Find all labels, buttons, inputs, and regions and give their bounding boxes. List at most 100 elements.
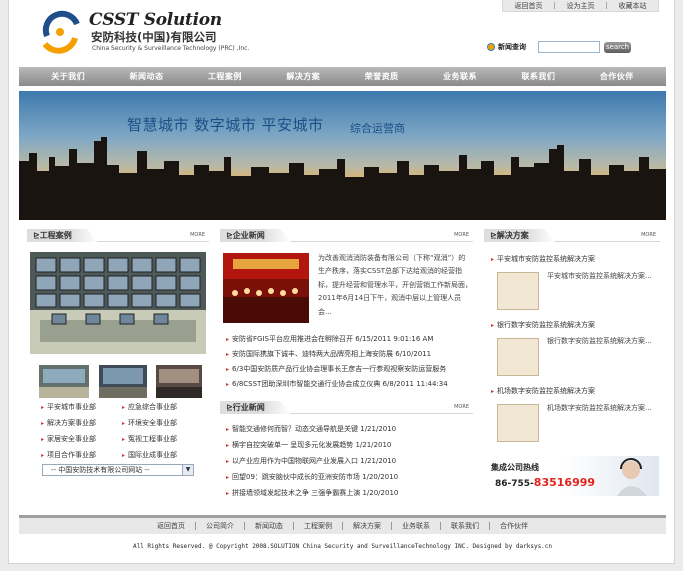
logo[interactable]: CSST Solution 安防科技(中国)有限公司 China Securit… [39, 8, 279, 58]
industry-item[interactable]: ▸ 拼接墙领域发起技术之争 三强争霸赛上演 1/20/2010 [226, 488, 472, 498]
thumbnail-image [156, 365, 202, 398]
bullet-arrow-icon: ▸ [226, 351, 230, 358]
search-input[interactable] [538, 41, 600, 53]
top-link-set-homepage[interactable]: 设为主页 [555, 1, 606, 11]
case-menu-item[interactable]: ▸ 应急综合事业部 [122, 402, 177, 412]
bullet-arrow-icon: ▸ [226, 366, 230, 373]
case-menu-item[interactable]: ▸ 平安城市事业部 [41, 402, 96, 412]
nav-business[interactable]: 业务联系 [443, 71, 477, 82]
bullet-arrow-icon: ▸ [226, 426, 230, 433]
industry-title: ⊵行业新闻 [220, 401, 291, 414]
csst-logo-icon [42, 10, 80, 54]
industry-item-text: 横宇自控突破单一 呈现多元化发展趋势 1/21/2010 [232, 441, 392, 449]
hotline-banner: 集成公司热线 86-755-83516999 [487, 456, 659, 496]
news-item-text: 6/3中国安防质产品行业协会理事长王彦吉一行参观视察安防运营服务 [232, 365, 447, 373]
solution-item-title[interactable]: ▸ 银行数字安防监控系统解决方案 [491, 320, 595, 330]
cases-thumb-2[interactable] [99, 365, 147, 398]
top-link-home[interactable]: 返回首页 [503, 1, 554, 11]
solution-thumbnail[interactable] [497, 338, 539, 376]
solution-desc[interactable]: 平安城市安防监控系统解决方案... [547, 268, 667, 284]
solutions-header: ⊵解决方案 MORE [484, 229, 660, 242]
industry-more-link[interactable]: MORE [454, 404, 469, 410]
news-item[interactable]: ▸ 6/8CSST团助深圳市智能交通行业协会成立仪典 6/8/2011 11:44… [226, 379, 472, 389]
hero-banner: 智慧城市 数字城市 平安城市 综合运营商 [19, 91, 666, 220]
nav-partners[interactable]: 合作伙伴 [600, 71, 634, 82]
news-item-text: 安防省FGIS平台应用推进会在孵除召开 6/15/2011 9:01:16 AM [232, 335, 434, 343]
solution-item-title[interactable]: ▸ 机场数字安防监控系统解决方案 [491, 386, 595, 396]
menu-label: 平安城市事业部 [47, 403, 97, 411]
solution-desc[interactable]: 银行数字安防监控系统解决方案... [547, 333, 667, 349]
solution-item-title[interactable]: ▸ 平安城市安防监控系统解决方案 [491, 254, 595, 264]
nav-news[interactable]: 新闻动态 [130, 71, 164, 82]
nav-cases[interactable]: 工程案例 [208, 71, 242, 82]
cases-title: ⊵工程案例 [27, 229, 98, 242]
footer-link-cases[interactable]: 工程案例 [294, 521, 342, 531]
solution-thumbnail[interactable] [497, 272, 539, 310]
cases-thumb-3[interactable] [156, 365, 202, 398]
industry-item-text: 以产业应用作为中国物联网产业发展入口 1/21/2010 [232, 457, 397, 465]
cases-more-link[interactable]: MORE [190, 232, 205, 238]
nav-about[interactable]: 关于我们 [51, 71, 85, 82]
solution-thumbnail[interactable] [497, 404, 539, 442]
footer-link-contact[interactable]: 联系我们 [441, 521, 489, 531]
menu-label: 项目合作事业部 [47, 451, 97, 459]
select-value: -- 中国安防技术有限公司网站 -- [51, 466, 150, 474]
footer-nav: 返回首页 公司简介 新闻动态 工程案例 解决方案 业务联系 联系我们 合作伙伴 [19, 515, 666, 534]
case-menu-item[interactable]: ▸ 解决方案事业部 [41, 418, 96, 428]
hotline-number: 86-755-83516999 [495, 476, 595, 489]
bullet-arrow-icon: ▸ [226, 474, 230, 481]
cases-main-photo[interactable] [30, 252, 206, 354]
site-select[interactable]: -- 中国安防技术有限公司网站 -- ▼ [42, 464, 194, 476]
bullet-arrow-icon: ▸ [41, 420, 45, 427]
cases-thumb-1[interactable] [39, 365, 89, 398]
footer-link-about[interactable]: 公司简介 [196, 521, 244, 531]
menu-label: 环境安全事业部 [128, 419, 178, 427]
case-menu-item[interactable]: ▸ 国际业成事业部 [122, 450, 177, 460]
industry-item[interactable]: ▸ 以产业应用作为中国物联网产业发展入口 1/21/2010 [226, 456, 472, 466]
bullet-arrow-icon: ▸ [491, 388, 495, 395]
case-menu-item[interactable]: ▸ 环境安全事业部 [122, 418, 177, 428]
news-title: ⊵企业新闻 [220, 229, 291, 242]
footer-link-business[interactable]: 业务联系 [392, 521, 440, 531]
news-feature-photo[interactable] [223, 253, 309, 323]
industry-title-text: 行业新闻 [232, 403, 265, 412]
city-skyline-image [19, 137, 666, 220]
solution-name: 银行数字安防监控系统解决方案 [497, 321, 596, 329]
footer-link-solutions[interactable]: 解决方案 [343, 521, 391, 531]
footer-link-news[interactable]: 新闻动态 [245, 521, 293, 531]
case-menu-item[interactable]: ▸ 项目合作事业部 [41, 450, 96, 460]
industry-item[interactable]: ▸ 智能交通修何而智？动态交通导航是关键 1/21/2010 [226, 424, 472, 434]
news-item[interactable]: ▸ 6/3中国安防质产品行业协会理事长王彦吉一行参观视察安防运营服务 [226, 364, 472, 374]
industry-item[interactable]: ▸ 回望09：跳安脑伙中成长的亚洲安防市场 1/20/2010 [226, 472, 472, 482]
news-item[interactable]: ▸ 安防省FGIS平台应用推进会在孵除召开 6/15/2011 9:01:16 A… [226, 334, 472, 344]
industry-item-text: 智能交通修何而智？动态交通导航是关键 1/21/2010 [232, 425, 397, 433]
thumbnail-image [39, 365, 89, 398]
stage-event-image [223, 253, 309, 323]
news-more-link[interactable]: MORE [454, 232, 469, 238]
page-container: CSST Solution 安防科技(中国)有限公司 China Securit… [8, 0, 675, 564]
chevron-down-icon[interactable]: ▼ [182, 465, 193, 475]
solution-desc[interactable]: 机场数字安防监控系统解决方案... [547, 400, 667, 416]
nav-contact[interactable]: 联系我们 [521, 71, 555, 82]
main-nav: 关于我们 新闻动态 工程案例 解决方案 荣誉资质 业务联系 联系我们 合作伙伴 [19, 67, 666, 86]
footer-link-partners[interactable]: 合作伙伴 [490, 521, 538, 531]
top-link-bookmark[interactable]: 收藏本站 [607, 1, 658, 11]
case-menu-item[interactable]: ▸ 冤视工程事业部 [122, 434, 177, 444]
news-item-text: 6/8CSST团助深圳市智能交通行业协会成立仪典 6/8/2011 11:44:… [232, 380, 448, 388]
news-item[interactable]: ▸ 安防国际携旗下诚丰、迪特两大品牌亮相上海安防展 6/10/2011 [226, 349, 472, 359]
solutions-more-link[interactable]: MORE [641, 232, 656, 238]
logo-title: CSST Solution [89, 10, 222, 30]
news-feature-text[interactable]: 为改善观消消防装备有限公司（下称“观消”）的生产秩序，落实CSST总部下达给观消… [318, 252, 472, 319]
menu-label: 冤视工程事业部 [128, 435, 178, 443]
menu-label: 应急综合事业部 [128, 403, 178, 411]
news-title-text: 企业新闻 [232, 231, 265, 240]
bullet-arrow-icon: ▸ [226, 458, 230, 465]
case-menu-item[interactable]: ▸ 家居安全事业部 [41, 434, 96, 444]
nav-honors[interactable]: 荣誉资质 [365, 71, 399, 82]
footer-link-home[interactable]: 返回首页 [147, 521, 195, 531]
search-button[interactable]: search [604, 41, 631, 53]
nav-solutions[interactable]: 解决方案 [286, 71, 320, 82]
bullet-arrow-icon: ▸ [226, 490, 230, 497]
banner-headline: 智慧城市 数字城市 平安城市 [127, 116, 324, 134]
industry-item[interactable]: ▸ 横宇自控突破单一 呈现多元化发展趋势 1/21/2010 [226, 440, 472, 450]
